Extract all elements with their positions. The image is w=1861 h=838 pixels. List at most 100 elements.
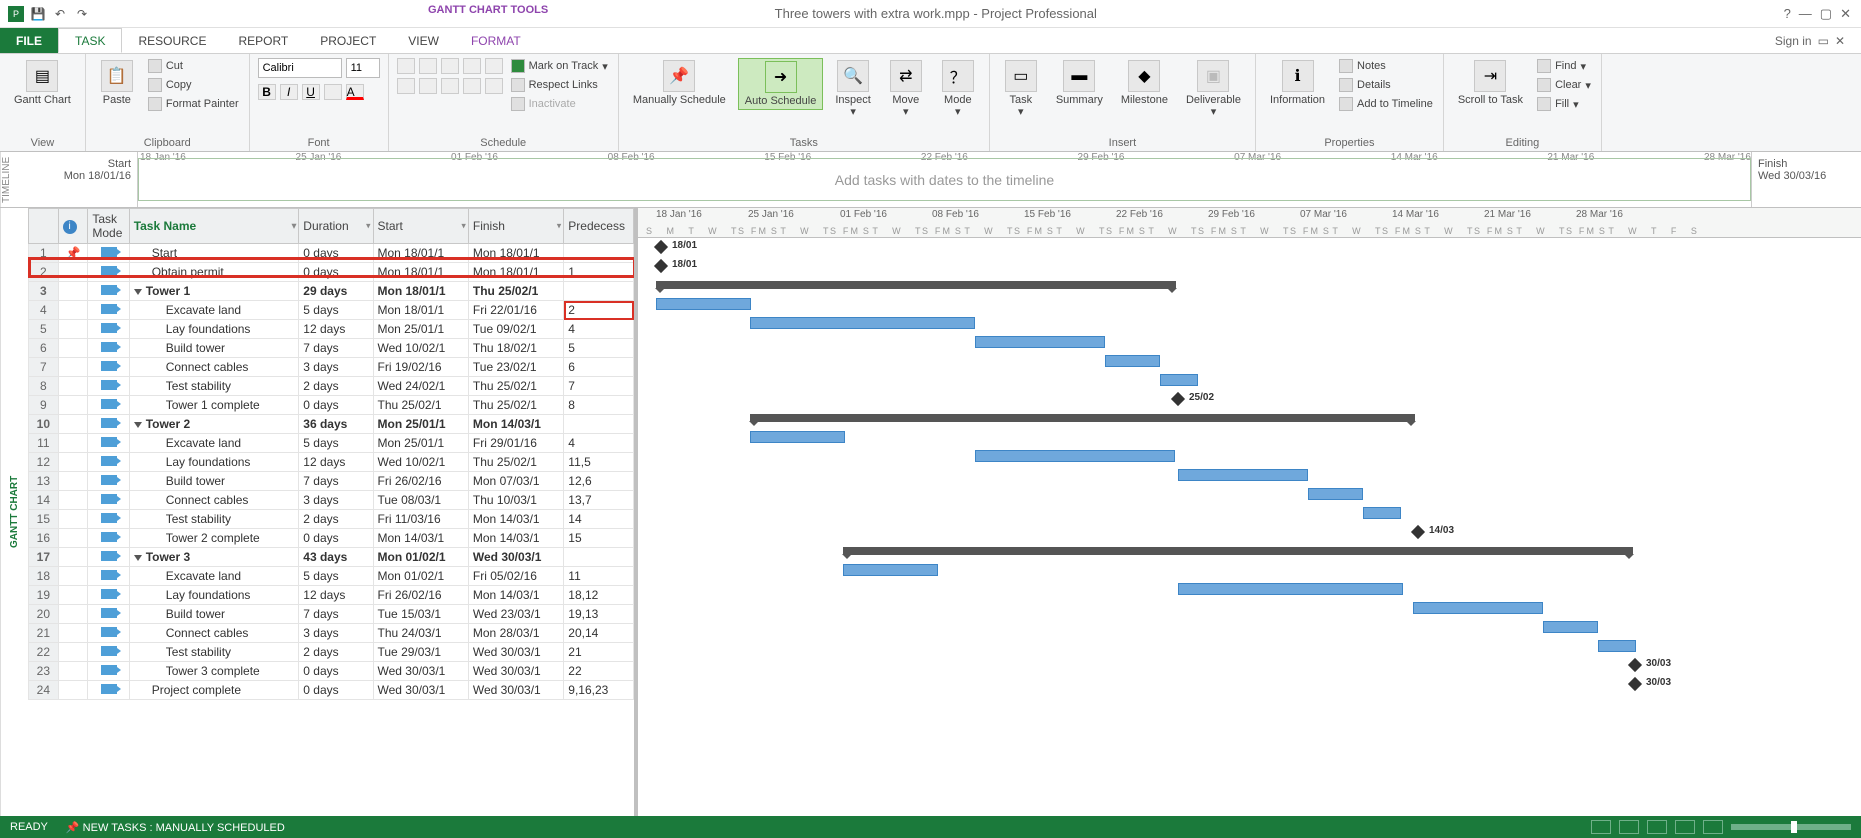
predecessor-cell[interactable] xyxy=(564,282,634,301)
pct-50[interactable] xyxy=(441,58,459,74)
start-cell[interactable]: Wed 10/02/1 xyxy=(373,339,468,358)
row-number[interactable]: 2 xyxy=(29,263,59,282)
col-duration[interactable]: Duration▾ xyxy=(299,209,373,244)
finish-cell[interactable]: Mon 14/03/1 xyxy=(468,586,563,605)
table-row[interactable]: 17Tower 343 daysMon 01/02/1Wed 30/03/1 xyxy=(29,548,634,567)
collapse-icon[interactable] xyxy=(134,555,142,561)
predecessor-cell[interactable] xyxy=(564,548,634,567)
task-name-cell[interactable]: Test stability xyxy=(129,643,299,662)
finish-cell[interactable]: Fri 29/01/16 xyxy=(468,434,563,453)
predecessor-cell[interactable]: 21 xyxy=(564,643,634,662)
row-number[interactable]: 8 xyxy=(29,377,59,396)
start-cell[interactable]: Mon 25/01/1 xyxy=(373,415,468,434)
predecessor-cell[interactable]: 2 xyxy=(564,301,634,320)
pct-100[interactable] xyxy=(485,58,503,74)
predecessor-cell[interactable]: 8 xyxy=(564,396,634,415)
view-report-icon[interactable] xyxy=(1703,820,1723,834)
task-name-cell[interactable]: Connect cables xyxy=(129,358,299,377)
pct-0[interactable] xyxy=(397,58,415,74)
task-name-cell[interactable]: Tower 3 complete xyxy=(129,662,299,681)
task-bar[interactable] xyxy=(1413,602,1543,614)
duration-cell[interactable]: 12 days xyxy=(299,320,373,339)
deliverable-button[interactable]: ▣Deliverable▾ xyxy=(1180,58,1247,120)
task-bar[interactable] xyxy=(843,564,938,576)
predecessor-cell[interactable]: 7 xyxy=(564,377,634,396)
task-name-cell[interactable]: Lay foundations xyxy=(129,453,299,472)
start-cell[interactable]: Mon 01/02/1 xyxy=(373,548,468,567)
pct-25[interactable] xyxy=(419,58,437,74)
task-name-cell[interactable]: Project complete xyxy=(129,681,299,700)
predecessor-cell[interactable]: 22 xyxy=(564,662,634,681)
task-name-cell[interactable]: Build tower xyxy=(129,605,299,624)
table-row[interactable]: 8Test stability2 daysWed 24/02/1Thu 25/0… xyxy=(29,377,634,396)
notes-button[interactable]: Notes xyxy=(1337,58,1435,74)
timeline-track[interactable]: Add tasks with dates to the timeline xyxy=(138,158,1751,201)
task-sheet[interactable]: i Task Mode Task Name▾ Duration▾ Start▾ … xyxy=(28,208,638,816)
predecessor-cell[interactable]: 18,12 xyxy=(564,586,634,605)
task-name-cell[interactable]: Lay foundations xyxy=(129,320,299,339)
task-mode-cell[interactable] xyxy=(88,244,129,263)
finish-cell[interactable]: Fri 22/01/16 xyxy=(468,301,563,320)
row-number[interactable]: 15 xyxy=(29,510,59,529)
predecessor-cell[interactable] xyxy=(564,415,634,434)
task-name-cell[interactable]: Lay foundations xyxy=(129,586,299,605)
table-row[interactable]: 12Lay foundations12 daysWed 10/02/1Thu 2… xyxy=(29,453,634,472)
pct-75[interactable] xyxy=(463,58,481,74)
predecessor-cell[interactable]: 9,16,23 xyxy=(564,681,634,700)
auto-schedule-button[interactable]: ➜Auto Schedule xyxy=(738,58,824,110)
view-team-planner-icon[interactable] xyxy=(1647,820,1667,834)
task-mode-cell[interactable] xyxy=(88,396,129,415)
start-cell[interactable]: Tue 15/03/1 xyxy=(373,605,468,624)
status-newtasks[interactable]: 📌 NEW TASKS : MANUALLY SCHEDULED xyxy=(66,821,285,834)
task-name-cell[interactable]: Tower 2 xyxy=(129,415,299,434)
predecessor-cell[interactable]: 12,6 xyxy=(564,472,634,491)
close-icon[interactable]: ✕ xyxy=(1840,6,1851,22)
scroll-to-task-button[interactable]: ⇥Scroll to Task xyxy=(1452,58,1529,108)
predecessor-cell[interactable]: 19,13 xyxy=(564,605,634,624)
table-row[interactable]: 18Excavate land5 daysMon 01/02/1Fri 05/0… xyxy=(29,567,634,586)
start-cell[interactable]: Fri 26/02/16 xyxy=(373,586,468,605)
predecessor-cell[interactable]: 14 xyxy=(564,510,634,529)
summary-bar[interactable] xyxy=(656,281,1176,289)
duration-cell[interactable]: 3 days xyxy=(299,358,373,377)
help-icon[interactable]: ? xyxy=(1784,6,1791,22)
finish-cell[interactable]: Wed 30/03/1 xyxy=(468,548,563,567)
italic-button[interactable]: I xyxy=(280,84,298,100)
inspect-button[interactable]: 🔍Inspect▾ xyxy=(829,58,876,120)
milestone-marker[interactable] xyxy=(1628,677,1642,691)
task-bar[interactable] xyxy=(750,431,845,443)
view-task-usage-icon[interactable] xyxy=(1619,820,1639,834)
minimize-icon[interactable]: — xyxy=(1799,6,1812,22)
finish-cell[interactable]: Thu 25/02/1 xyxy=(468,282,563,301)
start-cell[interactable]: Thu 25/02/1 xyxy=(373,396,468,415)
task-mode-cell[interactable] xyxy=(88,586,129,605)
duration-cell[interactable]: 0 days xyxy=(299,263,373,282)
col-finish[interactable]: Finish▾ xyxy=(468,209,563,244)
start-cell[interactable]: Tue 29/03/1 xyxy=(373,643,468,662)
bgcolor-button[interactable] xyxy=(324,84,342,100)
task-name-cell[interactable]: Connect cables xyxy=(129,624,299,643)
task-name-cell[interactable]: Excavate land xyxy=(129,567,299,586)
finish-cell[interactable]: Tue 23/02/1 xyxy=(468,358,563,377)
row-number[interactable]: 10 xyxy=(29,415,59,434)
task-bar[interactable] xyxy=(1160,374,1198,386)
start-cell[interactable]: Mon 01/02/1 xyxy=(373,567,468,586)
duration-cell[interactable]: 43 days xyxy=(299,548,373,567)
milestone-marker[interactable] xyxy=(1628,658,1642,672)
milestone-marker[interactable] xyxy=(1411,525,1425,539)
font-size-input[interactable] xyxy=(346,58,380,78)
table-row[interactable]: 1📌Start0 daysMon 18/01/1Mon 18/01/1 xyxy=(29,244,634,263)
finish-cell[interactable]: Wed 30/03/1 xyxy=(468,643,563,662)
row-number[interactable]: 5 xyxy=(29,320,59,339)
task-name-cell[interactable]: Start xyxy=(129,244,299,263)
split-button[interactable] xyxy=(485,78,503,94)
task-mode-cell[interactable] xyxy=(88,301,129,320)
task-mode-cell[interactable] xyxy=(88,434,129,453)
finish-cell[interactable]: Mon 07/03/1 xyxy=(468,472,563,491)
redo-icon[interactable]: ↷ xyxy=(74,6,90,22)
table-row[interactable]: 10Tower 236 daysMon 25/01/1Mon 14/03/1 xyxy=(29,415,634,434)
duration-cell[interactable]: 7 days xyxy=(299,472,373,491)
task-mode-cell[interactable] xyxy=(88,491,129,510)
duration-cell[interactable]: 12 days xyxy=(299,586,373,605)
task-mode-cell[interactable] xyxy=(88,415,129,434)
